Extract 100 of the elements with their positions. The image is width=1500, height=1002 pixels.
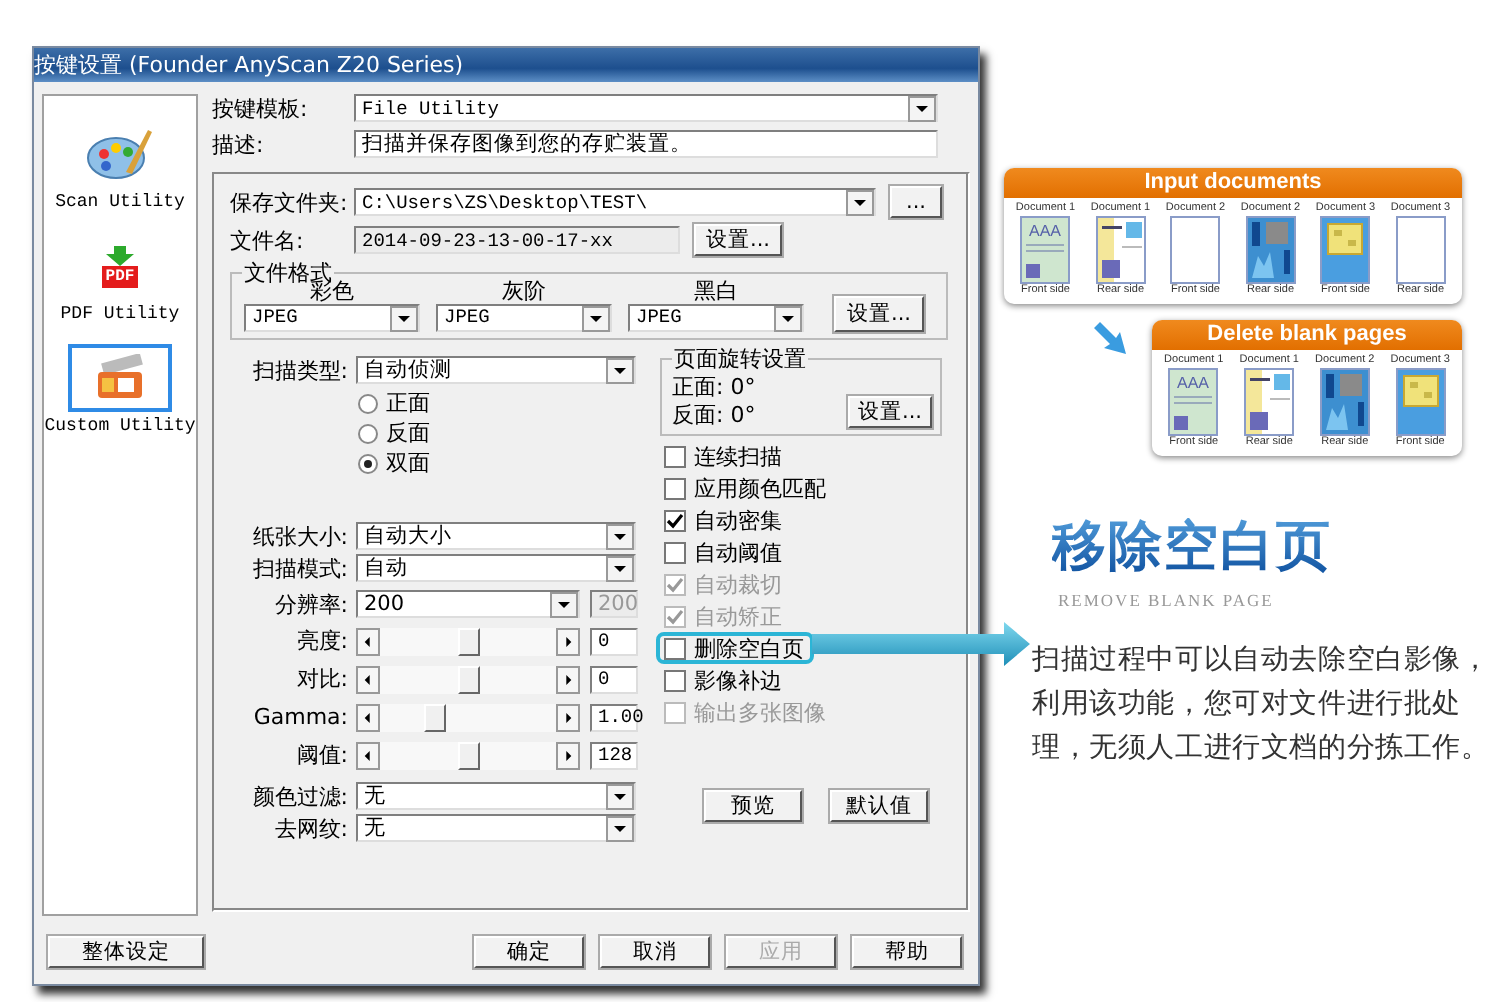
arrow-right-icon[interactable] — [556, 665, 580, 693]
dropdown[interactable]: JPEG — [628, 304, 804, 332]
value-field[interactable]: 1.00 — [590, 703, 638, 731]
field-label: 保存文件夹: — [230, 187, 350, 217]
radio-button[interactable] — [358, 423, 378, 443]
checkbox[interactable] — [664, 541, 686, 563]
caret-icon — [608, 785, 632, 807]
field-label: Gamma: — [251, 704, 350, 730]
dropdown[interactable]: JPEG — [436, 304, 612, 332]
document-thumbnail — [1244, 368, 1295, 436]
document-thumbnail — [1320, 216, 1371, 284]
document-thumbnail — [1395, 368, 1446, 436]
document-thumbnail — [1170, 216, 1221, 284]
field-label: 扫描类型: — [250, 355, 350, 385]
arrow-left-icon[interactable] — [356, 627, 380, 655]
dropdown[interactable]: JPEG — [244, 304, 420, 332]
column-label: 黑白 — [694, 280, 738, 304]
action-button[interactable]: 默认值 — [830, 790, 928, 822]
sidebar-item[interactable]: Scan Utility — [55, 120, 185, 212]
checkbox-label: 自动裁切 — [694, 569, 782, 599]
browse-button[interactable]: ... — [890, 186, 942, 218]
document-thumbnail — [1319, 368, 1370, 436]
arrow-icon — [1092, 320, 1128, 356]
document-thumbnail: AAA — [1020, 216, 1071, 284]
dialog-button[interactable]: 确定 — [474, 936, 584, 968]
group-title: 文件格式 — [242, 258, 332, 286]
caret-icon — [552, 593, 576, 615]
caret-icon — [584, 307, 608, 329]
settings-button[interactable]: 设置... — [694, 224, 782, 256]
description-field[interactable]: 扫描并保存图像到您的存贮装置。 — [354, 130, 938, 158]
radio-label: 正面 — [386, 388, 430, 418]
radio-label: 反面 — [386, 418, 430, 448]
arrow-left-icon[interactable] — [356, 703, 380, 731]
dropdown[interactable]: 自动 — [356, 554, 636, 582]
arrow-left-icon[interactable] — [356, 741, 380, 769]
slider-thumb[interactable] — [423, 703, 446, 731]
field-label: 纸张大小: — [250, 521, 350, 551]
field-label: 去网纹: — [272, 813, 350, 843]
arrow-right-icon[interactable] — [556, 741, 580, 769]
settings-button[interactable]: 设置... — [848, 396, 932, 428]
field-label: 对比: — [294, 664, 350, 694]
slider-thumb[interactable] — [457, 741, 479, 769]
value-field[interactable]: 0 — [590, 665, 638, 693]
arrow-right-icon[interactable] — [556, 703, 580, 731]
palette-icon — [86, 124, 154, 184]
group-title: 页面旋转设置 — [672, 344, 808, 374]
dialog-button[interactable]: 帮助 — [852, 936, 962, 968]
dropdown[interactable]: File Utility — [354, 94, 938, 122]
global-settings-button[interactable]: 整体设定 — [48, 936, 204, 968]
value-field[interactable]: 0 — [590, 627, 638, 655]
dropdown[interactable]: 200 — [356, 590, 580, 618]
arrow-right-icon[interactable] — [556, 627, 580, 655]
field-label: 扫描模式: — [250, 553, 350, 583]
caret-icon — [608, 557, 632, 579]
field-label: 按键模板: — [212, 93, 310, 123]
radio-label: 双面 — [386, 448, 430, 478]
checkbox-label: 连续扫描 — [694, 441, 782, 471]
arrow-left-icon[interactable] — [356, 665, 380, 693]
slider-thumb[interactable] — [457, 627, 479, 655]
checkbox-label: 输出多张图像 — [694, 697, 826, 727]
caret-icon — [392, 307, 416, 329]
feature-description: 扫描过程中可以自动去除空白影像，利用该功能，您可对文件进行批处理，无须人工进行文档的分拣工作。 — [1032, 642, 1492, 768]
checkbox[interactable] — [664, 669, 686, 691]
checkbox-label: 删除空白页 — [694, 633, 804, 663]
caret-icon — [608, 359, 632, 381]
panel-title: Delete blank pages — [1152, 320, 1462, 350]
radio-button[interactable] — [358, 393, 378, 413]
rotation-text: 正面: 0° — [672, 374, 756, 400]
checkbox-label: 自动阈值 — [694, 537, 782, 567]
checkbox[interactable] — [664, 637, 686, 659]
field-label: 颜色过滤: — [250, 781, 350, 811]
column-label: 灰阶 — [502, 280, 546, 304]
field-label: 描述: — [212, 129, 266, 159]
caret-icon — [848, 191, 872, 213]
dropdown[interactable]: 无 — [356, 814, 636, 842]
checkbox[interactable] — [664, 445, 686, 467]
value-field[interactable]: 128 — [590, 741, 638, 769]
checkbox[interactable] — [664, 509, 686, 531]
field-label: 阈值: — [294, 740, 350, 770]
sidebar-item[interactable]: PDF PDF Utility — [60, 232, 180, 324]
document-thumbnail: AAA — [1168, 368, 1219, 436]
document-thumbnail — [1095, 216, 1146, 284]
slider-thumb[interactable] — [457, 665, 479, 693]
value-field: 200 — [590, 590, 638, 618]
feature-subtitle: REMOVE BLANK PAGE — [1058, 590, 1276, 610]
dropdown[interactable]: 自动大小 — [356, 522, 636, 550]
feature-title: 移除空白页 — [1052, 518, 1332, 578]
filename-field[interactable]: 2014-09-23-13-00-17-xx — [354, 226, 680, 254]
dropdown[interactable]: C:\Users\ZS\Desktop\TEST\ — [354, 188, 876, 216]
dropdown[interactable]: 无 — [356, 782, 636, 810]
dialog-button[interactable]: 取消 — [600, 936, 710, 968]
checkbox-label: 影像补边 — [694, 665, 782, 695]
caret-icon — [776, 307, 800, 329]
caret-icon — [608, 525, 632, 547]
settings-button[interactable]: 设置... — [834, 296, 924, 332]
checkbox[interactable] — [664, 477, 686, 499]
radio-button[interactable] — [358, 453, 378, 473]
caret-icon — [608, 817, 632, 839]
action-button[interactable]: 预览 — [704, 790, 802, 822]
dropdown[interactable]: 自动侦测 — [356, 356, 636, 384]
